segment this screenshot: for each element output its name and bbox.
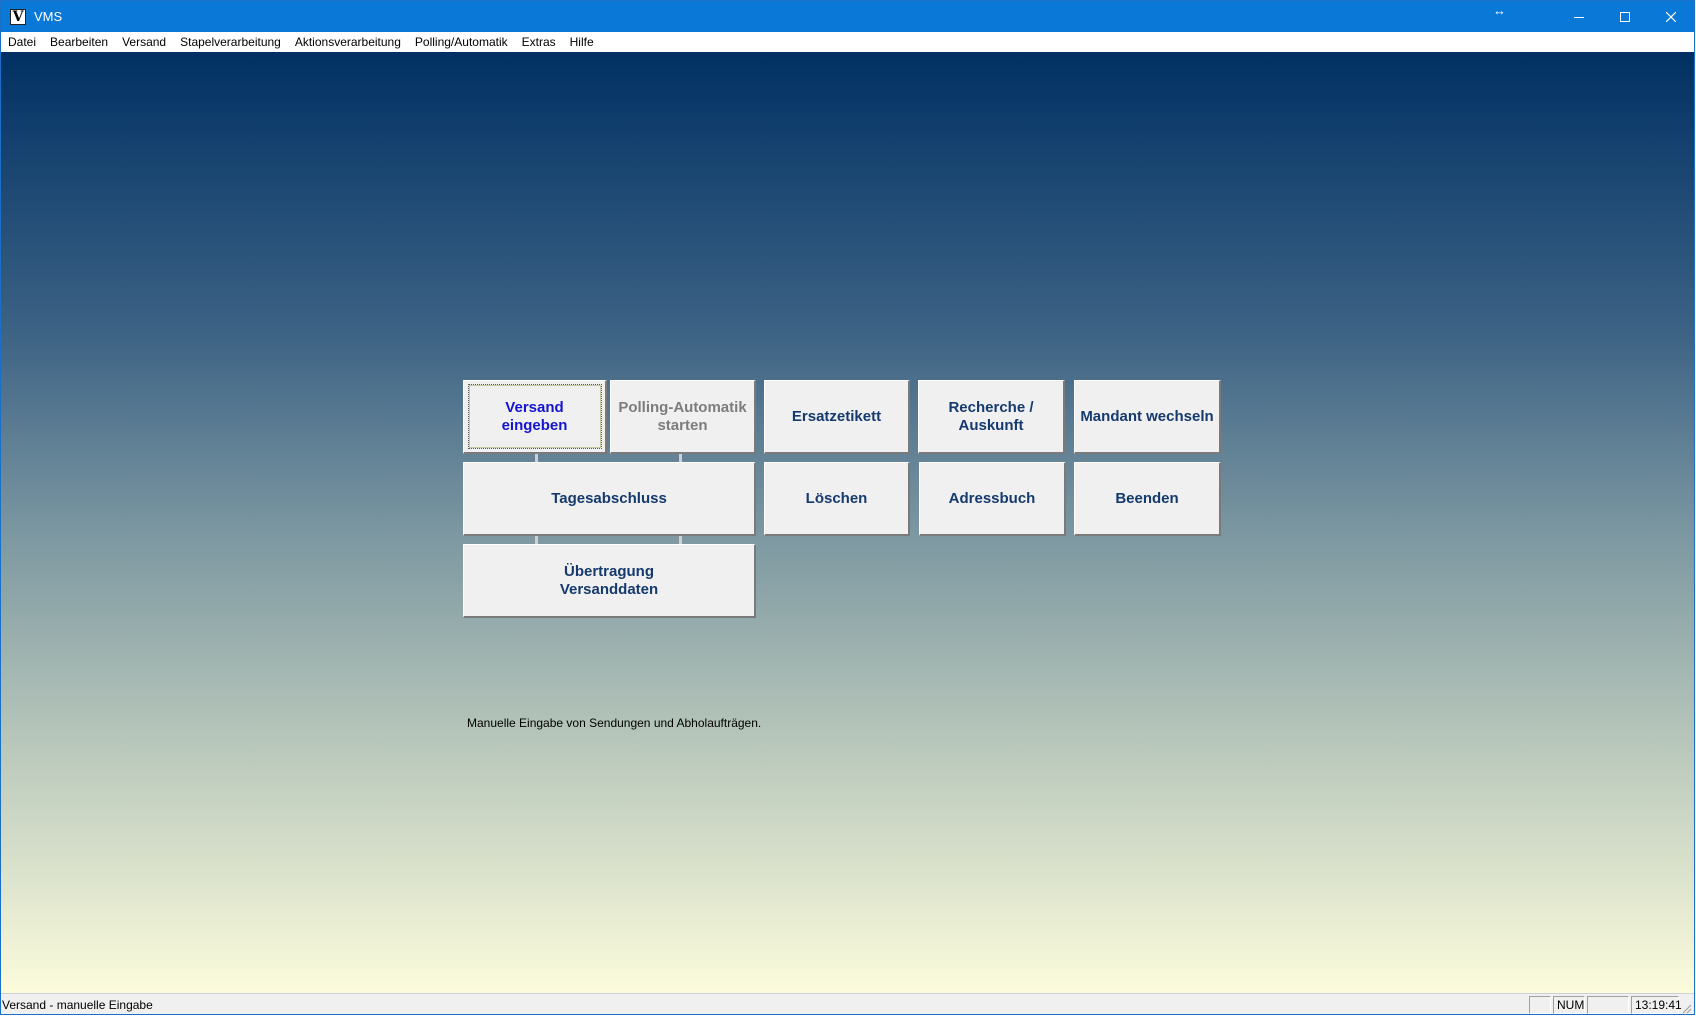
loeschen-label: Löschen xyxy=(805,489,868,507)
focus-rectangle xyxy=(468,384,602,449)
status-pane-caps xyxy=(1529,996,1551,1014)
maximize-button[interactable] xyxy=(1602,1,1648,32)
mandant-wechseln-label: Mandant wechseln xyxy=(1080,407,1214,425)
window-title: VMS xyxy=(34,9,63,24)
status-pane-scroll xyxy=(1587,996,1629,1014)
close-icon xyxy=(1666,11,1676,22)
tagesabschluss-label: Tagesabschluss xyxy=(551,489,667,507)
maximize-icon xyxy=(1620,11,1630,22)
menu-stapelverarbeitung[interactable]: Stapelverarbeitung xyxy=(173,32,288,52)
menu-versand[interactable]: Versand xyxy=(115,32,173,52)
menu-hilfe[interactable]: Hilfe xyxy=(563,32,601,52)
minimize-icon xyxy=(1574,16,1584,18)
beenden-label: Beenden xyxy=(1115,489,1179,507)
versand-eingeben-button[interactable]: Versand eingeben xyxy=(463,380,607,454)
adressbuch-button[interactable]: Adressbuch xyxy=(919,462,1066,536)
window-controls xyxy=(1556,1,1694,32)
loeschen-button[interactable]: Löschen xyxy=(764,462,910,536)
polling-automatik-starten-label: Polling-Automatik starten xyxy=(618,398,747,434)
minimize-button[interactable] xyxy=(1556,1,1602,32)
status-pane-num: NUM xyxy=(1553,996,1585,1014)
action-description: Manuelle Eingabe von Sendungen und Abhol… xyxy=(467,716,762,730)
resize-arrows-icon: ↔ xyxy=(1493,3,1506,18)
menu-bearbeiten[interactable]: Bearbeiten xyxy=(43,32,115,52)
menu-datei[interactable]: Datei xyxy=(1,32,43,52)
uebertragung-versanddaten-label: Übertragung Versanddaten xyxy=(559,562,659,598)
menu-aktionsverarbeitung[interactable]: Aktionsverarbeitung xyxy=(288,32,408,52)
adressbuch-label: Adressbuch xyxy=(948,489,1036,507)
recherche-auskunft-button[interactable]: Recherche / Auskunft xyxy=(918,380,1065,454)
menu-extras[interactable]: Extras xyxy=(515,32,563,52)
close-button[interactable] xyxy=(1648,1,1694,32)
app-window: V VMS ↔ Datei Bearbeiten Versand Stapelv… xyxy=(0,0,1695,1015)
main-area: Versand eingeben Polling-Automatik start… xyxy=(1,52,1694,993)
status-pane-time: 13:19:41 xyxy=(1631,996,1682,1014)
status-bar: Versand - manuelle Eingabe NUM 13:19:41 xyxy=(1,993,1694,1014)
mandant-wechseln-button[interactable]: Mandant wechseln xyxy=(1074,380,1221,454)
menu-bar: Datei Bearbeiten Versand Stapelverarbeit… xyxy=(1,32,1694,52)
uebertragung-versanddaten-button[interactable]: Übertragung Versanddaten xyxy=(463,544,756,618)
beenden-button[interactable]: Beenden xyxy=(1074,462,1221,536)
resize-grip-icon[interactable] xyxy=(1680,1002,1692,1014)
ersatzetikett-label: Ersatzetikett xyxy=(791,407,882,425)
polling-automatik-starten-button[interactable]: Polling-Automatik starten xyxy=(610,380,756,454)
ersatzetikett-button[interactable]: Ersatzetikett xyxy=(764,380,910,454)
app-logo-icon[interactable]: V xyxy=(10,8,26,25)
title-bar[interactable]: V VMS ↔ xyxy=(1,1,1694,32)
tagesabschluss-button[interactable]: Tagesabschluss xyxy=(463,462,756,536)
menu-polling-automatik[interactable]: Polling/Automatik xyxy=(408,32,515,52)
recherche-auskunft-label: Recherche / Auskunft xyxy=(948,398,1034,434)
status-text: Versand - manuelle Eingabe xyxy=(2,998,153,1012)
